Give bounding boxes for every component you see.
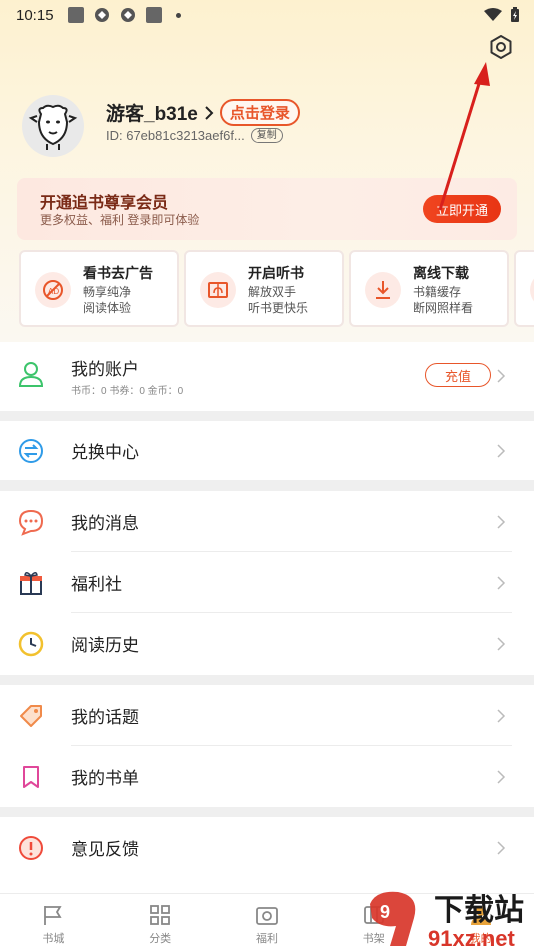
menu-item-topics[interactable]: 我的话题 (0, 685, 534, 746)
avatar[interactable] (22, 95, 84, 157)
account-balances: 书币：0 书券：0 金币：0 (71, 386, 184, 397)
menu-label: 福利社 (71, 575, 122, 594)
chevron-right-icon (497, 443, 506, 458)
notification-icon (67, 7, 84, 23)
nav-label: 书架 (362, 933, 385, 945)
nav-mine[interactable]: 我的 (427, 894, 534, 950)
nav-bookstore[interactable]: 书城 (0, 894, 107, 950)
exchange-section: 兑换中心 (0, 421, 534, 480)
feature-cards: AD 看书去广告 畅享纯净 阅读体验 开启听书 解放双手 听书更快乐 离线下载 书籍… (19, 250, 534, 327)
vip-title: 开通追书尊享会员 (40, 195, 169, 212)
menu-item-exchange[interactable]: 兑换中心 (0, 421, 534, 480)
notification-icon (145, 7, 162, 23)
bookmark-icon (17, 763, 45, 791)
chevron-right-icon (497, 636, 506, 651)
shelf-icon (363, 906, 384, 924)
username: 游客_b31e (106, 104, 198, 125)
content-section: 我的话题 我的书单 (0, 685, 534, 807)
more-feature-icon (530, 272, 534, 308)
svg-text:AD: AD (48, 287, 59, 296)
chevron-right-icon (497, 769, 506, 784)
chevron-right-icon (497, 514, 506, 529)
menu-item-account[interactable]: 我的账户 充值 (0, 342, 534, 411)
menu-item-booklist[interactable]: 我的书单 (0, 746, 534, 807)
feature-subtitle: 书籍缓存 断网照样看 (413, 285, 474, 315)
alert-icon (17, 834, 45, 862)
chevron-right-icon (497, 575, 506, 590)
vip-open-button[interactable]: 立即开通 (423, 195, 501, 223)
exchange-icon (17, 437, 45, 465)
menu-label: 意见反馈 (71, 840, 139, 859)
flag-icon (44, 906, 62, 925)
menu-label: 阅读历史 (71, 636, 139, 655)
menu-item-history[interactable]: 阅读历史 (0, 613, 534, 674)
user-icon (470, 906, 491, 925)
nav-welfare[interactable]: 福利 (214, 894, 321, 950)
chevron-right-icon (497, 840, 506, 855)
menu-item-messages[interactable]: 我的消息 (0, 491, 534, 552)
user-id-row: ID: 67eb81c3213aef6f... 复制 (106, 128, 283, 143)
vip-subtitle: 更多权益、福利 登录即可体验 (40, 213, 200, 227)
message-icon (17, 508, 45, 536)
menu-label: 我的账户 (71, 360, 139, 379)
feature-card-more[interactable] (514, 250, 534, 327)
feature-card-download[interactable]: 离线下载 书籍缓存 断网照样看 (349, 250, 509, 327)
menu-label: 兑换中心 (71, 443, 139, 462)
recharge-button[interactable]: 充值 (425, 363, 491, 387)
chevron-right-icon (205, 105, 214, 120)
headphone-book-icon (200, 272, 236, 308)
menu-label: 我的消息 (71, 514, 139, 533)
grid-icon (150, 905, 171, 925)
download-icon (365, 272, 401, 308)
status-bar: 10:15 (0, 0, 534, 30)
nav-bookshelf[interactable]: 书架 (320, 894, 427, 950)
nav-category[interactable]: 分类 (107, 894, 214, 950)
chevron-right-icon (497, 369, 506, 383)
feedback-section: 意见反馈 (0, 817, 534, 893)
nav-label: 福利 (255, 933, 278, 945)
vip-banner[interactable]: 开通追书尊享会员 更多权益、福利 登录即可体验 立即开通 (17, 178, 517, 240)
sheep-avatar-icon (28, 104, 78, 150)
battery-icon (511, 7, 519, 22)
feature-title: 离线下载 (413, 265, 469, 281)
chevron-right-icon (497, 708, 506, 723)
more-notifications-dot (175, 12, 181, 18)
login-button[interactable]: 点击登录 (219, 99, 300, 126)
feature-card-listen[interactable]: 开启听书 解放双手 听书更快乐 (184, 250, 344, 327)
feature-title: 开启听书 (248, 265, 304, 281)
feature-subtitle: 畅享纯净 阅读体验 (83, 285, 132, 315)
status-time: 10:15 (16, 6, 54, 24)
nav-label: 书城 (42, 933, 65, 945)
username-row[interactable]: 游客_b31e 点击登录 (106, 99, 300, 126)
account-section: 我的账户 充值 (0, 342, 534, 411)
clock-icon (17, 630, 45, 658)
user-icon (17, 360, 45, 388)
bottom-nav: 书城 分类 福利 书架 我的 (0, 893, 534, 950)
wifi-icon (484, 8, 502, 21)
menu-item-feedback[interactable]: 意见反馈 (0, 817, 534, 878)
settings-icon (490, 35, 512, 59)
welfare-icon (256, 907, 278, 925)
app-notification-icon (120, 8, 135, 22)
nav-label: 我的 (469, 933, 492, 945)
settings-button[interactable] (487, 33, 515, 61)
feature-subtitle: 解放双手 听书更快乐 (248, 285, 309, 315)
menu-label: 我的书单 (71, 769, 139, 788)
user-id: ID: 67eb81c3213aef6f... (106, 128, 245, 143)
no-ads-icon: AD (35, 272, 71, 308)
feature-title: 看书去广告 (83, 265, 153, 281)
nav-label: 分类 (149, 933, 172, 945)
gift-icon (17, 569, 45, 597)
feature-card-no-ads[interactable]: AD 看书去广告 畅享纯净 阅读体验 (19, 250, 179, 327)
general-section: 我的消息 福利社 阅读历史 (0, 491, 534, 675)
app-notification-icon (94, 8, 109, 22)
menu-item-welfare[interactable]: 福利社 (0, 552, 534, 613)
copy-id-button[interactable]: 复制 (250, 128, 283, 143)
tag-icon (17, 702, 45, 730)
menu-label: 我的话题 (71, 708, 139, 727)
